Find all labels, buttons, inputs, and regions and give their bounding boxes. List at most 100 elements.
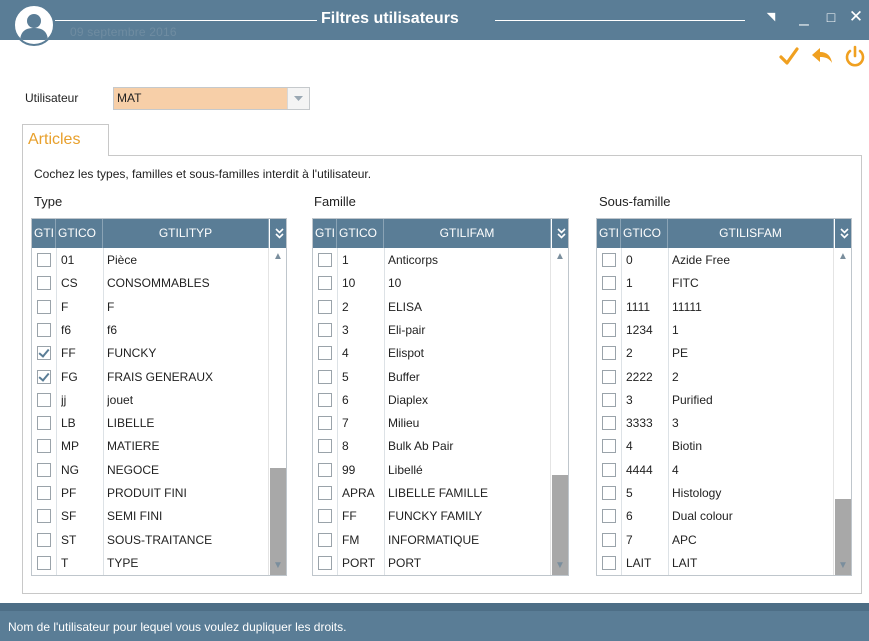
row-checkbox[interactable] xyxy=(37,486,51,500)
row-checkbox[interactable] xyxy=(318,532,332,547)
checkmark-icon[interactable] xyxy=(777,44,801,68)
user-input[interactable]: MAT xyxy=(114,88,288,109)
table-row[interactable]: 7 Milieu xyxy=(313,412,551,435)
table-row[interactable]: 8 Bulk Ab Pair xyxy=(313,435,551,458)
row-checkbox[interactable] xyxy=(37,346,51,361)
table-row[interactable]: FM INFORMATIQUE xyxy=(313,529,551,552)
vertical-scrollbar[interactable]: ▲ ▼ xyxy=(268,248,286,575)
column-header[interactable]: GTILISFAM xyxy=(668,219,834,248)
row-checkbox[interactable] xyxy=(318,486,332,500)
table-row[interactable]: 5 Buffer xyxy=(313,366,551,389)
vertical-scrollbar[interactable]: ▲ ▼ xyxy=(550,248,568,575)
row-checkbox[interactable] xyxy=(602,299,616,314)
row-checkbox[interactable] xyxy=(37,439,51,454)
row-checkbox[interactable] xyxy=(602,369,616,384)
row-checkbox[interactable] xyxy=(37,392,51,407)
row-checkbox[interactable] xyxy=(37,276,51,291)
row-checkbox[interactable] xyxy=(37,369,51,384)
table-row[interactable]: 01 Pièce xyxy=(32,249,269,272)
column-header[interactable]: GTICO xyxy=(621,219,668,248)
table-row[interactable]: FF FUNCKY FAMILY xyxy=(313,505,551,528)
row-checkbox[interactable] xyxy=(602,555,616,570)
table-row[interactable]: 4 Elispot xyxy=(313,342,551,365)
row-checkbox[interactable] xyxy=(318,555,332,570)
row-checkbox[interactable] xyxy=(318,276,332,291)
scroll-down-arrow-icon[interactable]: ▼ xyxy=(835,559,851,573)
table-row[interactable]: 1 Anticorps xyxy=(313,249,551,272)
table-row[interactable]: 2 ELISA xyxy=(313,296,551,319)
table-row[interactable]: PF PRODUIT FINI xyxy=(32,482,269,505)
column-header[interactable]: GTI xyxy=(313,219,337,248)
sousfamille-grid[interactable]: GTI GTICO GTILISFAM 0 Azide Free 1 FITC 1111 111… xyxy=(596,218,852,576)
table-row[interactable]: 99 Libellé xyxy=(313,459,551,482)
table-row[interactable]: 4444 4 xyxy=(597,459,834,482)
row-checkbox[interactable] xyxy=(602,322,616,337)
row-checkbox[interactable] xyxy=(602,532,616,547)
table-row[interactable]: 1111 11111 xyxy=(597,296,834,319)
column-header[interactable]: GTI xyxy=(597,219,621,248)
row-checkbox[interactable] xyxy=(602,346,616,361)
column-header[interactable]: GTICO xyxy=(56,219,103,248)
table-row[interactable]: FF FUNCKY xyxy=(32,342,269,365)
row-checkbox[interactable] xyxy=(602,392,616,407)
row-checkbox[interactable] xyxy=(318,299,332,314)
table-row[interactable]: 3333 3 xyxy=(597,412,834,435)
row-checkbox[interactable] xyxy=(37,532,51,547)
row-checkbox[interactable] xyxy=(602,416,616,431)
table-row[interactable]: 1234 1 xyxy=(597,319,834,342)
column-menu-icon[interactable] xyxy=(551,219,568,248)
row-checkbox[interactable] xyxy=(318,322,332,337)
table-row[interactable]: CS CONSOMMABLES xyxy=(32,272,269,295)
row-checkbox[interactable] xyxy=(318,462,332,477)
table-row[interactable]: 6 Dual colour xyxy=(597,505,834,528)
minimize-button[interactable]: _ xyxy=(793,6,815,28)
row-checkbox[interactable] xyxy=(602,439,616,454)
row-checkbox[interactable] xyxy=(37,322,51,337)
table-row[interactable]: NG NEGOCE xyxy=(32,459,269,482)
row-checkbox[interactable] xyxy=(318,346,332,361)
table-row[interactable]: 5 Histology xyxy=(597,482,834,505)
vertical-scrollbar[interactable]: ▲ ▼ xyxy=(833,248,851,575)
column-header[interactable]: GTILITYP xyxy=(103,219,269,248)
table-row[interactable]: 7 APC xyxy=(597,529,834,552)
table-row[interactable]: FG FRAIS GENERAUX xyxy=(32,366,269,389)
row-checkbox[interactable] xyxy=(318,439,332,454)
row-checkbox[interactable] xyxy=(602,253,616,267)
scroll-up-arrow-icon[interactable]: ▲ xyxy=(552,250,568,264)
table-row[interactable]: f6 f6 xyxy=(32,319,269,342)
row-checkbox[interactable] xyxy=(318,392,332,407)
chevron-down-icon[interactable] xyxy=(288,88,309,109)
column-menu-icon[interactable] xyxy=(269,219,286,248)
table-row[interactable]: FF xyxy=(32,296,269,319)
pin-button[interactable]: ◥ xyxy=(760,6,782,28)
table-row[interactable]: APRA LIBELLE FAMILLE xyxy=(313,482,551,505)
row-checkbox[interactable] xyxy=(318,416,332,431)
row-checkbox[interactable] xyxy=(37,509,51,524)
row-checkbox[interactable] xyxy=(318,509,332,524)
column-header[interactable]: GTICO xyxy=(337,219,384,248)
row-checkbox[interactable] xyxy=(602,462,616,477)
table-row[interactable]: 3 Eli-pair xyxy=(313,319,551,342)
row-checkbox[interactable] xyxy=(37,253,51,267)
table-row[interactable]: 10 10 xyxy=(313,272,551,295)
column-menu-icon[interactable] xyxy=(834,219,851,248)
user-combobox[interactable]: MAT xyxy=(113,87,310,110)
table-row[interactable]: jj jouet xyxy=(32,389,269,412)
table-row[interactable]: 6 Diaplex xyxy=(313,389,551,412)
table-row[interactable]: 3 Purified xyxy=(597,389,834,412)
tab-articles[interactable]: Articles xyxy=(22,124,109,156)
row-checkbox[interactable] xyxy=(602,509,616,524)
table-row[interactable]: 2222 2 xyxy=(597,366,834,389)
table-row[interactable]: 1 FITC xyxy=(597,272,834,295)
type-grid[interactable]: GTI GTICO GTILITYP 01 Pièce CS CONSOMMABLES F Ff… xyxy=(31,218,287,576)
row-checkbox[interactable] xyxy=(602,486,616,500)
table-row[interactable]: PORT PORT xyxy=(313,552,551,575)
row-checkbox[interactable] xyxy=(37,299,51,314)
scroll-up-arrow-icon[interactable]: ▲ xyxy=(270,250,286,264)
column-header[interactable]: GTI xyxy=(32,219,56,248)
table-row[interactable]: MP MATIERE xyxy=(32,435,269,458)
table-row[interactable]: T TYPE xyxy=(32,552,269,575)
scroll-up-arrow-icon[interactable]: ▲ xyxy=(835,250,851,264)
scroll-down-arrow-icon[interactable]: ▼ xyxy=(270,559,286,573)
table-row[interactable]: LAIT LAIT xyxy=(597,552,834,575)
